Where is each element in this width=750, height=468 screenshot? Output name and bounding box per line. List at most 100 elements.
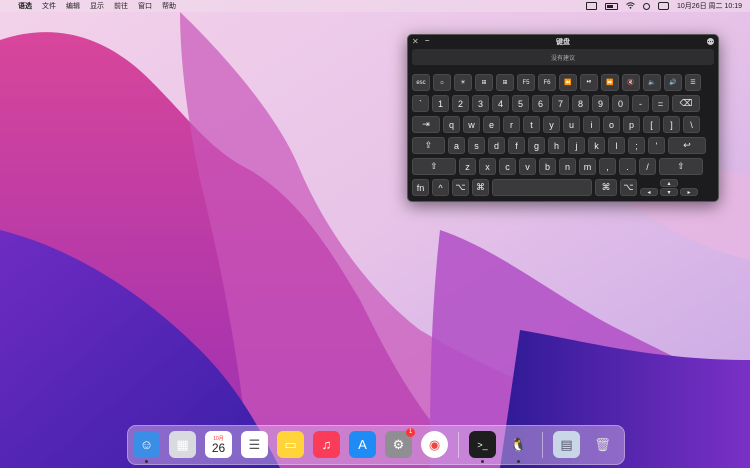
key-q_row-5[interactable]: t [523,116,540,133]
menu-file[interactable]: 文件 [42,1,56,11]
key-q_row-10[interactable]: p [623,116,640,133]
key-z_row-6[interactable]: n [559,158,576,175]
key-fn_row-12[interactable]: 🔊 [664,74,682,91]
notes-icon[interactable]: ▭ [277,431,304,458]
menu-app-name[interactable]: 语选 [18,1,32,11]
key-q_row-4[interactable]: r [503,116,520,133]
key-q_row-3[interactable]: e [483,116,500,133]
terminal-icon[interactable]: >_ [469,431,496,458]
key-z_row-10[interactable]: / [639,158,656,175]
keyboard-viewer-icon[interactable] [586,2,598,10]
key-a_row-8[interactable]: k [588,137,605,154]
down-arrow-key[interactable]: ▾ [660,188,678,196]
chrome-icon[interactable]: ◉ [421,431,448,458]
key-a_row-6[interactable]: h [548,137,565,154]
key-fn_row-9[interactable]: ⏩ [601,74,619,91]
key-q_row-13[interactable]: \ [683,116,700,133]
key-z_row-0[interactable]: ⇧ [412,158,456,175]
key-bottom-row-3[interactable]: ⌘ [472,179,489,196]
key-fn_row-1[interactable]: ☼ [433,74,451,91]
key-fn_row-13[interactable]: ☰ [685,74,701,91]
key-z_row-9[interactable]: . [619,158,636,175]
up-arrow-key[interactable]: ▴ [660,179,678,187]
finder-icon[interactable]: ☺ [133,431,160,458]
key-fn_row-8[interactable]: ⏯ [580,74,598,91]
key-num_row-4[interactable]: 4 [492,95,509,112]
key-a_row-2[interactable]: s [468,137,485,154]
menu-help[interactable]: 帮助 [162,1,176,11]
menu-window[interactable]: 窗口 [138,1,152,11]
wifi-icon[interactable] [626,1,635,11]
minimize-icon[interactable]: – [425,36,429,45]
key-bottom-row-0[interactable]: fn [412,179,429,196]
key-bottom-row-6[interactable]: ⌥ [620,179,637,196]
control-center-icon[interactable] [658,2,670,10]
key-num_row-13[interactable]: ⌫ [672,95,700,112]
key-fn_row-3[interactable]: ⊞ [475,74,493,91]
key-z_row-5[interactable]: b [539,158,556,175]
reminders-icon[interactable]: ☰ [241,431,268,458]
qq-icon[interactable]: 🐧 [505,431,532,458]
music-icon[interactable]: ♫ [313,431,340,458]
key-fn_row-6[interactable]: F6 [538,74,556,91]
menu-clock[interactable]: 10月26日 周二 10:19 [677,1,742,11]
key-fn_row-10[interactable]: 🔇 [622,74,640,91]
key-q_row-11[interactable]: [ [643,116,660,133]
key-bottom-row-1[interactable]: ^ [432,179,449,196]
key-fn_row-2[interactable]: ☀ [454,74,472,91]
key-a_row-12[interactable]: ↩ [668,137,706,154]
key-num_row-9[interactable]: 9 [592,95,609,112]
key-num_row-11[interactable]: - [632,95,649,112]
key-space[interactable] [492,179,592,196]
left-arrow-key[interactable]: ◂ [640,188,658,196]
key-z_row-1[interactable]: z [459,158,476,175]
key-a_row-0[interactable]: ⇪ [412,137,445,154]
key-fn_row-4[interactable]: ⊞ [496,74,514,91]
spotlight-search-icon[interactable] [643,2,651,10]
key-q_row-6[interactable]: y [543,116,560,133]
menu-view[interactable]: 显示 [90,1,104,11]
key-z_row-7[interactable]: m [579,158,596,175]
key-num_row-0[interactable]: ` [412,95,429,112]
key-a_row-1[interactable]: a [448,137,465,154]
key-num_row-8[interactable]: 8 [572,95,589,112]
menu-go[interactable]: 前往 [114,1,128,11]
key-z_row-2[interactable]: x [479,158,496,175]
key-num_row-1[interactable]: 1 [432,95,449,112]
key-a_row-9[interactable]: l [608,137,625,154]
key-z_row-3[interactable]: c [499,158,516,175]
documents-folder-icon[interactable]: ▤ [553,431,580,458]
key-q_row-1[interactable]: q [443,116,460,133]
launchpad-icon[interactable]: ▦ [169,431,196,458]
key-bottom-row-5[interactable]: ⌘ [595,179,617,196]
key-q_row-8[interactable]: i [583,116,600,133]
key-q_row-0[interactable]: ⇥ [412,116,440,133]
key-num_row-3[interactable]: 3 [472,95,489,112]
calendar-icon[interactable]: 10月 26 [205,431,232,458]
key-z_row-4[interactable]: v [519,158,536,175]
key-fn_row-0[interactable]: esc [412,74,430,91]
key-a_row-11[interactable]: ' [648,137,665,154]
key-a_row-7[interactable]: j [568,137,585,154]
trash-icon[interactable]: 🗑 [589,431,616,458]
key-z_row-8[interactable]: , [599,158,616,175]
key-num_row-10[interactable]: 0 [612,95,629,112]
key-q_row-9[interactable]: o [603,116,620,133]
key-num_row-7[interactable]: 7 [552,95,569,112]
system-preferences-icon[interactable]: ⚙ 1 [385,428,415,458]
key-a_row-10[interactable]: ; [628,137,645,154]
key-a_row-5[interactable]: g [528,137,545,154]
key-num_row-2[interactable]: 2 [452,95,469,112]
key-fn_row-5[interactable]: F5 [517,74,535,91]
key-fn_row-7[interactable]: ⏪ [559,74,577,91]
key-q_row-2[interactable]: w [463,116,480,133]
key-z_row-11[interactable]: ⇧ [659,158,703,175]
key-q_row-7[interactable]: u [563,116,580,133]
right-arrow-key[interactable]: ▸ [680,188,698,196]
key-q_row-12[interactable]: ] [663,116,680,133]
key-fn_row-11[interactable]: 🔈 [643,74,661,91]
battery-icon[interactable] [605,2,619,10]
menu-edit[interactable]: 编辑 [66,1,80,11]
key-a_row-4[interactable]: f [508,137,525,154]
options-icon[interactable]: … [707,38,714,45]
